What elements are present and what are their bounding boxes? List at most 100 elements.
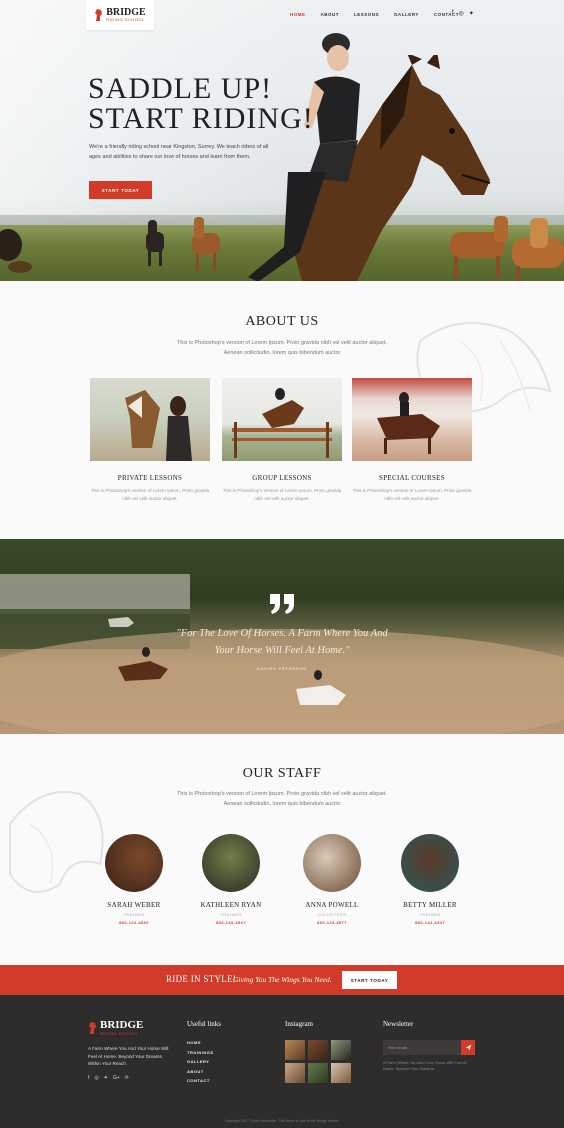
- staff-section: OUR STAFF This is Photoshop's version of…: [0, 734, 564, 965]
- nav-about[interactable]: ABOUT: [321, 12, 340, 17]
- hero-title: SADDLE UP! START RIDING!: [88, 74, 314, 134]
- staff-phone[interactable]: 800-142-4347: [390, 920, 470, 925]
- footer-logo[interactable]: BRIDGE RIDING SCHOOL: [88, 1020, 143, 1036]
- staff-role: TRAINER: [419, 912, 441, 917]
- newsletter-text: A Farm Where You And Your Horse Will Fee…: [383, 1060, 467, 1071]
- quote-line1: "For The Love Of Horses. A Farm Where Yo…: [176, 628, 388, 639]
- staff-member-kathleen[interactable]: KATHLEEN RYAN TRAINER 800-135-4067: [191, 834, 271, 925]
- footer-social: f ◎ ✦ G+ ℗: [88, 1075, 128, 1081]
- hero-title-line2: START RIDING!: [88, 102, 314, 135]
- main-nav: HOME ABOUT LESSONS GALLERY CONTACT: [290, 12, 474, 17]
- nav-home[interactable]: HOME: [290, 12, 306, 17]
- instagram-thumb[interactable]: [308, 1040, 328, 1060]
- pinterest-icon[interactable]: ℗: [125, 1075, 129, 1081]
- quote-section: "For The Love Of Horses. A Farm Where Yo…: [0, 539, 564, 734]
- cta-banner: RIDE IN STYLE! Giving You The Wings You …: [0, 965, 564, 995]
- staff-phone[interactable]: 800-135-4067: [191, 920, 271, 925]
- card-title: PRIVATE LESSONS: [117, 474, 183, 482]
- about-desc-line1: This is Photoshop's version of Lorem Ips…: [177, 340, 387, 346]
- copyright: Copyright 2017 Qode Interactive. This de…: [224, 1119, 340, 1123]
- facebook-icon[interactable]: f: [88, 1075, 89, 1081]
- avatar: [401, 834, 459, 892]
- card-private-lessons[interactable]: PRIVATE LESSONS This is Photoshop's vers…: [90, 378, 210, 503]
- hero-start-button[interactable]: START TODAY: [89, 181, 152, 199]
- staff-role: TRAINER: [123, 912, 145, 917]
- google-plus-icon[interactable]: G+: [113, 1075, 120, 1081]
- instagram-icon[interactable]: ◎: [459, 10, 464, 17]
- card-photo: [90, 378, 210, 461]
- twitter-icon[interactable]: ✦: [104, 1075, 108, 1081]
- staff-desc-line1: This is Photoshop's version of Lorem Ips…: [177, 791, 387, 797]
- staff-member-sarah[interactable]: SARAH WEBER TRAINER 800-122-4860: [94, 834, 174, 925]
- staff-phone[interactable]: 800-122-4860: [94, 920, 174, 925]
- staff-title: OUR STAFF: [242, 766, 322, 781]
- show-jumping-photo: [232, 388, 332, 458]
- instagram-thumb[interactable]: [285, 1040, 305, 1060]
- newsletter-email-input[interactable]: Your email...: [383, 1040, 461, 1055]
- instagram-grid: [285, 1040, 351, 1083]
- avatar: [202, 834, 260, 892]
- card-photo: [222, 378, 342, 461]
- footer-about-text: A Farm Where You And Your Horse Will Fee…: [88, 1046, 169, 1066]
- cta-italic-text: Giving You The Wings You Need.: [233, 975, 332, 984]
- quote-mark-icon: [270, 594, 294, 614]
- card-special-courses[interactable]: SPECIAL COURSES This is Photoshop's vers…: [352, 378, 472, 503]
- instagram-thumb[interactable]: [285, 1063, 305, 1083]
- about-section: ABOUT US This is Photoshop's version of …: [0, 281, 564, 539]
- staff-name: ANNA POWELL: [305, 901, 359, 909]
- quote-text: "For The Love Of Horses. A Farm Where Yo…: [0, 625, 564, 659]
- card-photo: [352, 378, 472, 461]
- staff-phone[interactable]: 800-123-4577: [292, 920, 372, 925]
- newsletter-title: Newsletter: [383, 1020, 414, 1028]
- logo[interactable]: BRIDGE RIDING SCHOOL: [86, 0, 154, 30]
- staff-role: TRAINER: [220, 912, 242, 917]
- staff-description: This is Photoshop's version of Lorem Ips…: [0, 789, 564, 809]
- avatar: [303, 834, 361, 892]
- twitter-icon[interactable]: ✦: [469, 10, 474, 17]
- staff-member-anna[interactable]: ANNA POWELL VOLUNTEER 800-123-4577: [292, 834, 372, 925]
- card-group-lessons[interactable]: GROUP LESSONS This is Photoshop's versio…: [222, 378, 342, 503]
- horse-logo-icon: [95, 9, 103, 21]
- footer-link-trainings[interactable]: TRAININGS: [187, 1050, 214, 1055]
- instagram-thumb[interactable]: [331, 1040, 351, 1060]
- footer-logo-name: BRIDGE: [100, 1019, 144, 1031]
- useful-links-title: Useful links: [187, 1020, 222, 1028]
- logo-tagline: RIDING SCHOOL: [106, 17, 145, 22]
- instagram-icon[interactable]: ◎: [94, 1075, 98, 1081]
- about-title: ABOUT US: [245, 314, 319, 329]
- staff-role: VOLUNTEER: [317, 912, 347, 917]
- quote-line2: Your Horse Will Feel At Home.": [214, 645, 350, 656]
- nav-lessons[interactable]: LESSONS: [354, 12, 379, 17]
- footer-link-home[interactable]: HOME: [187, 1040, 214, 1045]
- footer-link-gallery[interactable]: GALLERY: [187, 1059, 214, 1064]
- about-desc-line2: Aenean sollicitudin, lorem quis bibendum…: [223, 350, 341, 356]
- card-text: This is Photoshop's version of Lorem Ips…: [352, 488, 472, 501]
- nav-gallery[interactable]: GALLERY: [394, 12, 419, 17]
- footer-link-about[interactable]: ABOUT: [187, 1069, 214, 1074]
- card-text: This is Photoshop's version of Lorem Ips…: [90, 488, 210, 501]
- card-title: GROUP LESSONS: [252, 474, 312, 482]
- horse-logo-icon: [89, 1022, 96, 1034]
- facebook-icon[interactable]: f: [452, 10, 454, 17]
- staff-desc-line2: Aenean sollicitudin, lorem quis bibendum…: [223, 801, 341, 807]
- background-horse-left: [0, 229, 32, 273]
- avatar: [105, 834, 163, 892]
- newsletter-submit-button[interactable]: [461, 1040, 475, 1055]
- instagram-title: Instagram: [285, 1020, 313, 1028]
- footer-link-contact[interactable]: CONTACT: [187, 1078, 214, 1083]
- instagram-thumb[interactable]: [331, 1063, 351, 1083]
- staff-name: KATHLEEN RYAN: [200, 901, 262, 909]
- background-horse-dark: [146, 220, 164, 266]
- header-social: f ◎ ✦: [452, 10, 474, 17]
- footer-links: HOME TRAININGS GALLERY ABOUT CONTACT: [187, 1040, 214, 1083]
- send-icon: [465, 1044, 471, 1051]
- instagram-thumb[interactable]: [308, 1063, 328, 1083]
- card-text: This is Photoshop's version of Lorem Ips…: [222, 488, 342, 501]
- hero-section: BRIDGE RIDING SCHOOL HOME ABOUT LESSONS …: [0, 0, 564, 281]
- card-title: SPECIAL COURSES: [379, 474, 445, 482]
- hero-subtitle: We're a friendly riding school near King…: [89, 144, 269, 160]
- staff-member-betty[interactable]: BETTY MILLER TRAINER 800-142-4347: [390, 834, 470, 925]
- dressage-arena-photo: [377, 392, 440, 454]
- cta-start-button[interactable]: START TODAY: [342, 971, 397, 989]
- footer: BRIDGE RIDING SCHOOL A Farm Where You An…: [0, 995, 564, 1128]
